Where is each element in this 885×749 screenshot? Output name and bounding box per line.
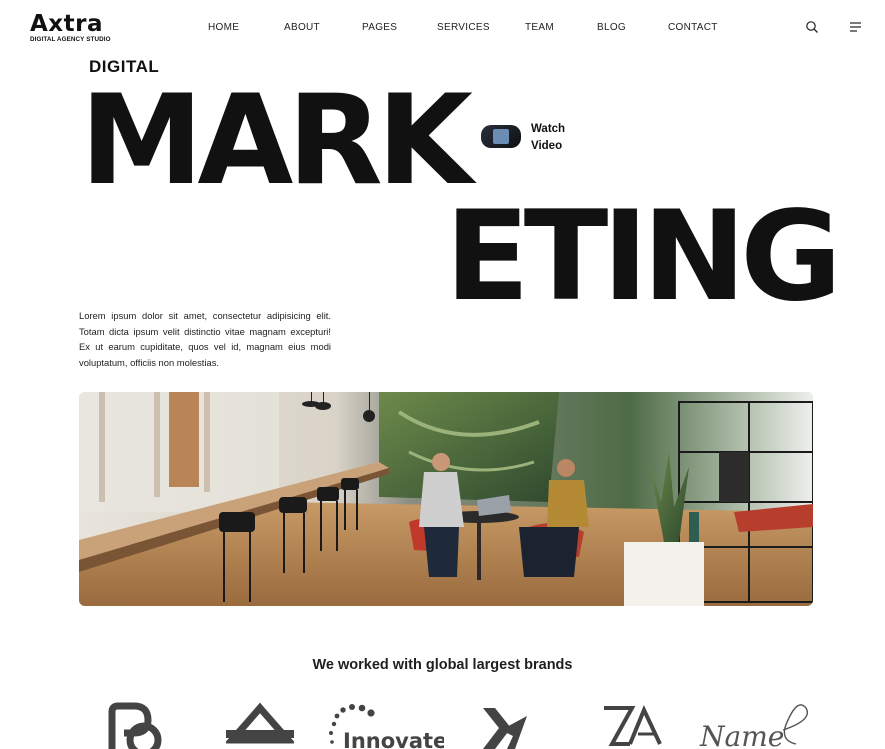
nav-team[interactable]: TEAM bbox=[525, 22, 554, 33]
nav-contact[interactable]: CONTACT bbox=[668, 22, 718, 33]
office-photo bbox=[79, 392, 813, 606]
brand-za-logo bbox=[602, 700, 662, 749]
search-icon[interactable] bbox=[805, 20, 819, 34]
innovate-text: Innovate bbox=[343, 729, 444, 749]
brand-triangle-logo bbox=[226, 700, 294, 749]
name-script-text: Name bbox=[699, 720, 784, 749]
logo-wordmark: Axtra bbox=[30, 11, 103, 37]
site-header: Axtra DIGITAL AGENCY STUDIO HOME ABOUT P… bbox=[0, 0, 885, 56]
menu-icon[interactable] bbox=[849, 20, 863, 34]
brand-arrow-logo bbox=[481, 700, 533, 749]
brand-rd-logo bbox=[104, 700, 166, 749]
hero-title-line2: ETING bbox=[445, 185, 842, 329]
site-logo[interactable]: Axtra DIGITAL AGENCY STUDIO bbox=[30, 12, 120, 44]
logo-tagline: DIGITAL AGENCY STUDIO bbox=[30, 36, 111, 43]
brand-innovate-logo: Innovate bbox=[326, 700, 444, 749]
watch-video-label: Watch Video bbox=[531, 123, 566, 152]
hero-description: Lorem ipsum dolor sit amet, consectetur … bbox=[79, 310, 331, 368]
watch-video-button[interactable]: Watch Video bbox=[481, 119, 591, 155]
nav-home[interactable]: HOME bbox=[208, 22, 239, 33]
nav-pages[interactable]: PAGES bbox=[362, 22, 397, 33]
brands-heading: We worked with global largest brands bbox=[312, 657, 573, 673]
nav-blog[interactable]: BLOG bbox=[597, 22, 626, 33]
nav-about[interactable]: ABOUT bbox=[284, 22, 320, 33]
video-thumbnail-icon bbox=[481, 125, 521, 148]
brand-name-script-logo: Name bbox=[698, 700, 816, 749]
hero-title-line1: MARK bbox=[80, 69, 473, 213]
nav-services[interactable]: SERVICES bbox=[437, 22, 490, 33]
